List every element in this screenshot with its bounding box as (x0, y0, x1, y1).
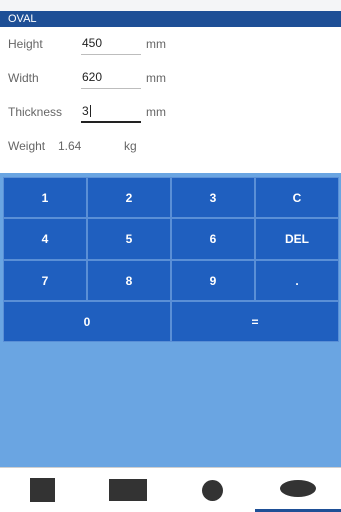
width-row: Width 620 mm (0, 67, 341, 91)
weight-unit: kg (124, 139, 137, 153)
key-0[interactable]: 0 (3, 301, 171, 342)
key-4[interactable]: 4 (3, 218, 87, 260)
weight-label: Weight (8, 139, 46, 153)
text-caret (89, 105, 91, 117)
tab-rectangle[interactable] (85, 468, 170, 512)
page-title: OVAL (0, 11, 341, 27)
height-row: Height 450 mm (0, 33, 341, 57)
thickness-row: Thickness 3 mm (0, 101, 341, 125)
width-field[interactable]: 620 (81, 69, 141, 89)
clear-button[interactable]: C (255, 177, 339, 218)
width-unit: mm (146, 71, 166, 85)
key-9[interactable]: 9 (171, 260, 255, 301)
delete-button[interactable]: DEL (255, 218, 339, 260)
keypad: 1 2 3 C 4 5 6 DEL 7 8 9 . 0 = (0, 173, 341, 467)
width-label: Width (8, 71, 39, 85)
key-3[interactable]: 3 (171, 177, 255, 218)
thickness-value: 3 (82, 104, 89, 118)
decimal-button[interactable]: . (255, 260, 339, 301)
tab-oval[interactable] (255, 468, 341, 512)
oval-icon (280, 480, 316, 497)
key-6[interactable]: 6 (171, 218, 255, 260)
tab-circle[interactable] (170, 468, 255, 512)
key-5[interactable]: 5 (87, 218, 171, 260)
key-1[interactable]: 1 (3, 177, 87, 218)
thickness-unit: mm (146, 105, 166, 119)
height-field[interactable]: 450 (81, 35, 141, 55)
thickness-field[interactable]: 3 (81, 103, 141, 123)
circle-icon (202, 479, 223, 501)
key-8[interactable]: 8 (87, 260, 171, 301)
equals-button[interactable]: = (171, 301, 339, 342)
square-icon (30, 478, 55, 502)
input-form: Height 450 mm Width 620 mm Thickness 3 m… (0, 27, 341, 173)
key-2[interactable]: 2 (87, 177, 171, 218)
status-bar (0, 0, 341, 11)
height-unit: mm (146, 37, 166, 51)
thickness-label: Thickness (8, 105, 63, 119)
height-label: Height (8, 37, 43, 51)
weight-row: Weight 1.64 kg (0, 135, 341, 159)
key-7[interactable]: 7 (3, 260, 87, 301)
shape-tab-bar (0, 467, 341, 512)
weight-value: 1.64 (58, 139, 82, 153)
rectangle-icon (108, 479, 147, 501)
tab-square[interactable] (0, 468, 85, 512)
